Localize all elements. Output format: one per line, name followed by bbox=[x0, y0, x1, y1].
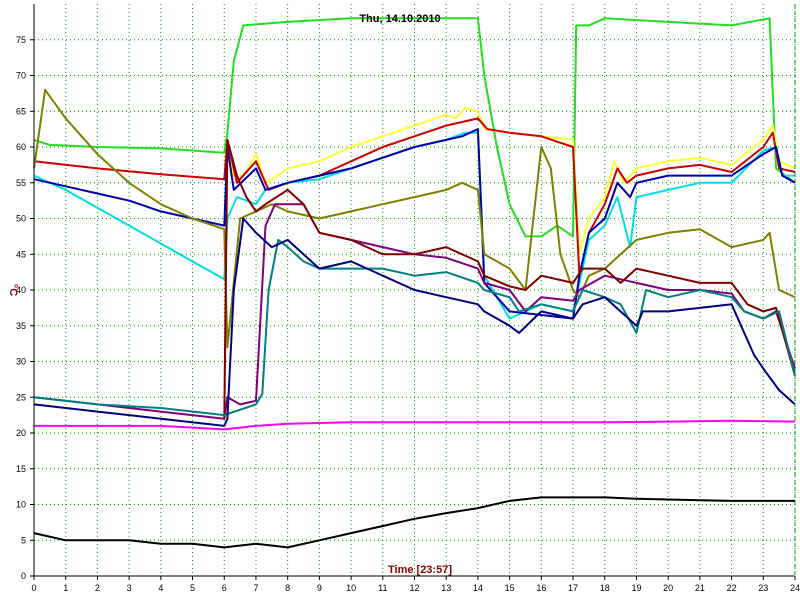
x-tick-label: 6 bbox=[222, 583, 227, 593]
x-tick-label: 17 bbox=[568, 583, 578, 593]
tick-labels: 0 1 2 3 4 5 6 7 8 9 10 11 12 13 14 15 16 17 18 19 20 21 22 23 24… bbox=[16, 35, 800, 593]
y-tick-label: 55 bbox=[16, 178, 26, 188]
x-tick-label: 2 bbox=[95, 583, 100, 593]
x-tick-label: 21 bbox=[695, 583, 705, 593]
x-tick-label: 13 bbox=[441, 583, 451, 593]
x-tick-label: 19 bbox=[631, 583, 641, 593]
y-tick-label: 35 bbox=[16, 321, 26, 331]
x-tick-label: 1 bbox=[63, 583, 68, 593]
y-tick-label: 50 bbox=[16, 214, 26, 224]
x-tick-label: 11 bbox=[378, 583, 387, 593]
x-tick-label: 20 bbox=[663, 583, 673, 593]
y-tick-label: 75 bbox=[16, 35, 26, 45]
y-tick-label: 30 bbox=[16, 357, 26, 367]
x-tick-label: 9 bbox=[317, 583, 322, 593]
series-line-1 bbox=[33, 17, 796, 238]
y-tick-label: 10 bbox=[16, 500, 26, 510]
y-tick-label: 20 bbox=[16, 428, 26, 438]
x-tick-label: 4 bbox=[158, 583, 163, 593]
y-tick-label: 70 bbox=[16, 71, 26, 81]
x-tick-label: 15 bbox=[505, 583, 515, 593]
temperature-chart: 0 1 2 3 4 5 6 7 8 9 10 11 12 13 14 15 16 17 18 19 20 21 22 23 24… bbox=[7, 4, 800, 593]
x-tick-label: 14 bbox=[473, 583, 483, 593]
x-tick-label: 7 bbox=[253, 583, 258, 593]
y-tick-label: 15 bbox=[16, 464, 26, 474]
x-tick-label: 22 bbox=[727, 583, 737, 593]
y-tick-label: 5 bbox=[21, 535, 26, 545]
x-tick-label: 0 bbox=[31, 583, 36, 593]
x-tick-label: 5 bbox=[190, 583, 195, 593]
chart-title: Thu, 14.10.2010 bbox=[359, 13, 440, 25]
x-axis-label: Time [23:57] bbox=[388, 564, 452, 576]
x-tick-label: 18 bbox=[600, 583, 610, 593]
y-tick-label: 0 bbox=[21, 571, 26, 581]
series-line-10 bbox=[33, 217, 796, 427]
y-axis-label: °C bbox=[7, 284, 19, 296]
x-tick-label: 10 bbox=[346, 583, 356, 593]
y-tick-label: 45 bbox=[16, 249, 26, 259]
x-tick-label: 23 bbox=[758, 583, 768, 593]
y-tick-label: 25 bbox=[16, 392, 26, 402]
x-tick-label: 16 bbox=[536, 583, 546, 593]
y-tick-label: 60 bbox=[16, 142, 26, 152]
y-tick-label: 65 bbox=[16, 106, 26, 116]
x-tick-label: 3 bbox=[127, 583, 132, 593]
x-tick-label: 12 bbox=[409, 583, 419, 593]
x-tick-label: 24 bbox=[790, 583, 800, 593]
x-tick-label: 8 bbox=[285, 583, 290, 593]
